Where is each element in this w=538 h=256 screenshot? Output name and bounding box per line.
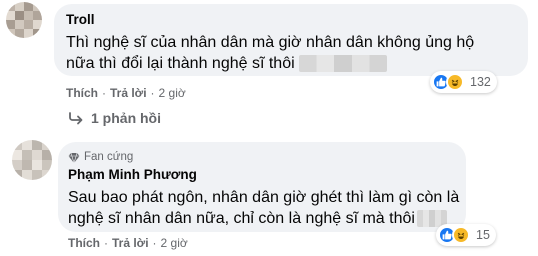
view-replies-link[interactable]: 1 phản hồi xyxy=(68,110,161,126)
reply-action[interactable]: Trả lời xyxy=(112,236,149,250)
comment-text-line: nghệ sĩ nhân dân nữa, chỉ còn là nghệ sĩ… xyxy=(68,208,459,229)
reaction-summary[interactable]: 132 xyxy=(430,71,497,93)
fan-badge-icon xyxy=(68,152,80,164)
like-action[interactable]: Thích xyxy=(68,236,100,250)
fan-badge-label: Fan cứng xyxy=(84,151,134,163)
comment-text: Thì nghệ sĩ của nhân dân mà giờ nhân dân… xyxy=(66,32,474,74)
reaction-summary[interactable]: 15 xyxy=(436,224,496,246)
comment-actions: Thích · Trả lời · 2 giờ xyxy=(68,236,188,250)
haha-reaction-icon xyxy=(446,73,464,91)
blurred-text xyxy=(299,55,388,73)
comment-author[interactable]: Phạm Minh Phương xyxy=(68,167,197,182)
reaction-count: 132 xyxy=(470,75,491,89)
comment-text-line: nữa thì đổi lại thành nghệ sĩ thôi xyxy=(66,53,474,74)
comment-text: Sau bao phát ngôn, nhân dân giờ ghét thì… xyxy=(68,187,459,229)
comment-author[interactable]: Troll xyxy=(66,12,95,27)
separator: · xyxy=(104,236,108,250)
separator: · xyxy=(150,86,155,100)
replies-count: 1 phản hồi xyxy=(91,110,161,126)
reply-action[interactable]: Trả lời xyxy=(110,86,147,100)
reply-arrow-icon xyxy=(69,112,83,125)
comment-text-line: Thì nghệ sĩ của nhân dân mà giờ nhân dân… xyxy=(66,34,475,51)
haha-reaction-icon xyxy=(452,226,470,244)
reaction-count: 15 xyxy=(476,228,490,242)
like-action[interactable]: Thích xyxy=(66,86,98,100)
comment-timestamp[interactable]: 2 giờ xyxy=(159,86,186,100)
comment-text-line: Sau bao phát ngôn, nhân dân giờ ghét thì… xyxy=(68,189,460,206)
avatar[interactable] xyxy=(6,2,42,38)
comment-actions: Thích · Trả lời · 2 giờ xyxy=(66,86,186,100)
separator: · xyxy=(152,236,157,250)
comment-timestamp[interactable]: 2 giờ xyxy=(161,236,188,250)
avatar[interactable] xyxy=(12,140,52,180)
separator: · xyxy=(102,86,106,100)
